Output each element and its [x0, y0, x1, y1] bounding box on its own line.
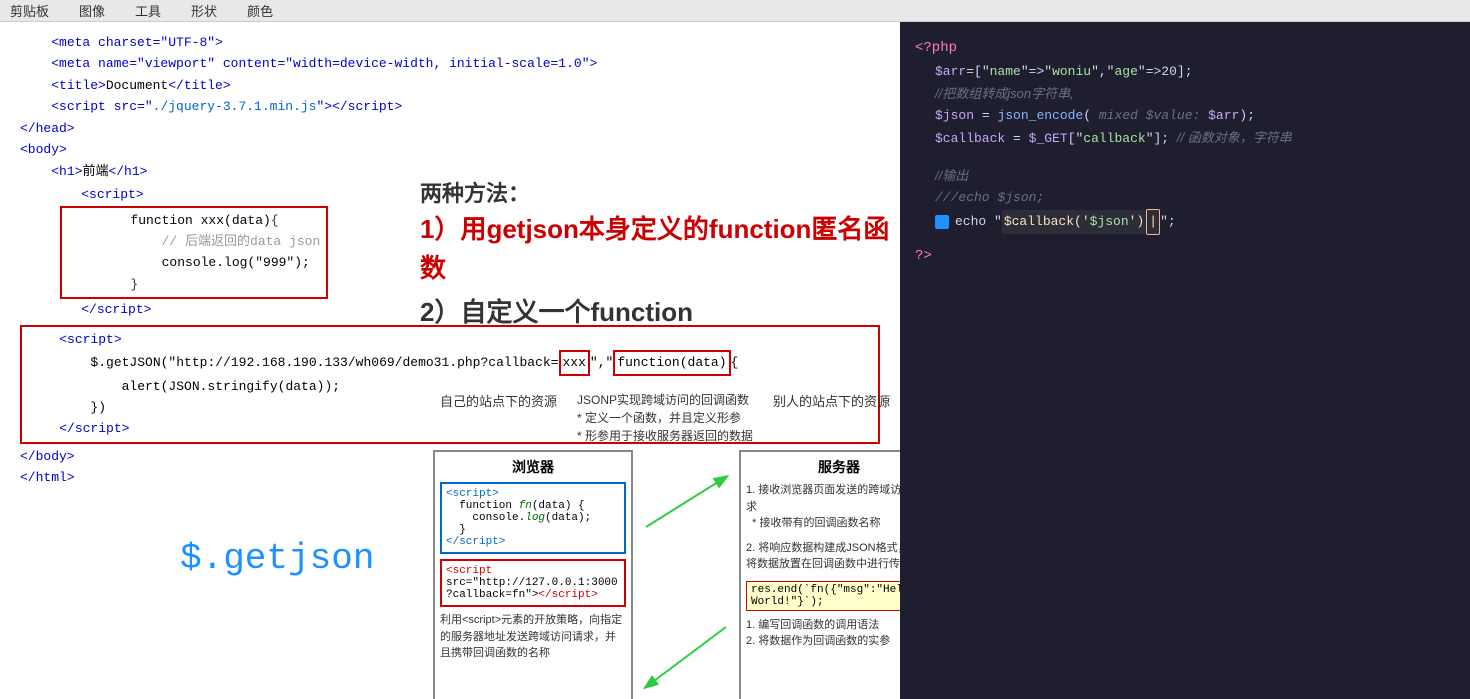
- diagram-area: 自己的站点下的资源 JSONP实现跨域访问的回调函数 * 定义一个函数，并且定义…: [430, 389, 900, 699]
- code-line-1: <meta charset="UTF-8">: [20, 32, 880, 53]
- annotation-method2: 2）自定义一个function: [420, 293, 900, 332]
- php-callback: $callback = $_GET["callback"]; // 函数对象，字…: [935, 127, 1455, 150]
- function-box: function xxx(data){ // 后端返回的data json co…: [60, 206, 328, 300]
- php-spacer1: [915, 150, 1455, 165]
- code-line-5: </head>: [20, 118, 880, 139]
- toolbar-shapes[interactable]: 形状: [191, 1, 217, 20]
- code-line-6: <body>: [20, 139, 880, 160]
- code-line-2: <meta name="viewport" content="width=dev…: [20, 53, 880, 74]
- browser-box: 浏览器 <script> function fn(data) { console…: [433, 450, 633, 699]
- left-panel: <meta charset="UTF-8"> <meta name="viewp…: [0, 22, 900, 699]
- php-comment2: //输出: [935, 165, 1455, 187]
- diagram-panels: 浏览器 <script> function fn(data) { console…: [430, 447, 900, 699]
- server-label: 服务器: [746, 457, 900, 477]
- browser-script-box: <script src="http://127.0.0.1:3000 ?call…: [440, 559, 626, 607]
- toolbar-clipboard[interactable]: 剪贴板: [10, 1, 49, 20]
- main-area: <meta charset="UTF-8"> <meta name="viewp…: [0, 22, 1470, 699]
- annotation-title: 两种方法：: [420, 177, 900, 210]
- code-script-close1: </script>: [50, 299, 328, 320]
- own-site-label: 自己的站点下的资源: [440, 391, 557, 445]
- php-json-encode: $json = json_encode( mixed $value: $arr)…: [935, 105, 1455, 127]
- php-spacer2: [915, 235, 1455, 245]
- code-fn-line4: }: [68, 274, 320, 295]
- other-site-label: 别人的站点下的资源: [773, 391, 890, 445]
- diagram-labels: 自己的站点下的资源 JSONP实现跨域访问的回调函数 * 定义一个函数，并且定义…: [430, 389, 900, 447]
- browser-label: 浏览器: [440, 457, 626, 477]
- arrows-svg: [636, 447, 736, 699]
- bullet-icon: [935, 215, 949, 229]
- annotation-block: 两种方法： 1）用getjson本身定义的function匿名函数 2）自定义一…: [420, 177, 900, 332]
- toolbar-image[interactable]: 图像: [79, 1, 105, 20]
- code-line-3: <title>Document</title>: [20, 75, 880, 96]
- jsonp-notes: JSONP实现跨域访问的回调函数 * 定义一个函数，并且定义形参 * 形参用于接…: [577, 391, 753, 445]
- php-arr-line: $arr=["name"=>"woniu","age"=>20];: [935, 61, 1455, 83]
- code-fn-line3: console.log("999");: [68, 252, 320, 273]
- browser-desc: 利用<script>元素的开放策略，向指定的服务器地址发送跨域访问请求，并且携带…: [440, 612, 626, 662]
- arrow-area: [636, 447, 736, 699]
- res-end-box: res.end(`fn({"msg":"Hello World!"}`);: [746, 581, 900, 611]
- code-line-4: <script src="./jquery-3.7.1.min.js"></sc…: [20, 96, 880, 117]
- toolbar-tools[interactable]: 工具: [135, 1, 161, 20]
- php-close-tag: ?>: [915, 245, 1455, 269]
- code-fn-line1: function xxx(data){: [68, 210, 320, 231]
- php-comment1: //把数组转成json字符串,: [935, 83, 1455, 105]
- toolbar-colors[interactable]: 颜色: [247, 1, 273, 20]
- php-comment3: ///echo $json;: [935, 187, 1455, 209]
- xxx-highlight: xxx: [559, 350, 590, 375]
- toolbar: 剪贴板 图像 工具 形状 颜色: [0, 0, 1470, 22]
- server-box: 服务器 1. 接收浏览器页面发送的跨域访问请求 * 接收带有的回调函数名称 2.…: [739, 450, 900, 699]
- code-fn-line2: // 后端返回的data json: [68, 231, 320, 252]
- server-note3: 1. 编写回调函数的调用语法 2. 将数据作为回调函数的实参: [746, 617, 900, 650]
- php-open-tag: <?php: [915, 37, 1455, 61]
- php-echo-line: echo "$callback('$json')|";: [935, 209, 1455, 235]
- annotation-method1: 1）用getjson本身定义的function匿名函数: [420, 210, 900, 288]
- browser-code-box: <script> function fn(data) { console.log…: [440, 482, 626, 554]
- server-note1: 1. 接收浏览器页面发送的跨域访问请求 * 接收带有的回调函数名称: [746, 482, 900, 532]
- function-data-highlight: function(data): [613, 350, 730, 375]
- code-script-open: <script>: [50, 184, 328, 205]
- getjson-label: $.getjson: [180, 538, 374, 579]
- right-panel: <?php $arr=["name"=>"woniu","age"=>20]; …: [900, 22, 1470, 699]
- server-note2: 2. 将响应数据构建成JSON格式，并且 将数据放置在回调函数中进行传递: [746, 540, 900, 573]
- script-block-1: <script> function xxx(data){ // 后端返回的dat…: [50, 184, 328, 321]
- code-block-head: <meta charset="UTF-8"> <meta name="viewp…: [20, 32, 880, 182]
- code-getjson-line: $.getJSON("http://192.168.190.133/wh069/…: [28, 350, 872, 375]
